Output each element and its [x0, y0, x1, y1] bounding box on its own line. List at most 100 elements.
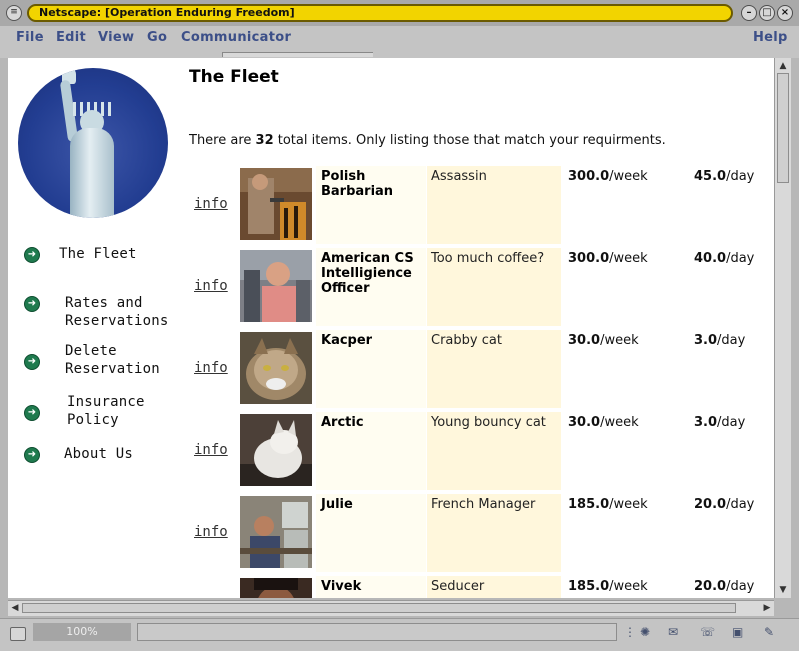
- menu-bar: File Edit View Go Communicator Help: [0, 26, 799, 51]
- daily-rate-unit: /day: [717, 415, 746, 430]
- item-description: Seducer: [431, 579, 485, 594]
- desc-cell: Too much coffee?: [427, 248, 561, 326]
- weekly-rate: 30.0/week: [568, 415, 639, 430]
- info-link[interactable]: info: [194, 360, 228, 376]
- mail-icon[interactable]: ✉: [668, 625, 678, 639]
- arrow-right-icon: ➜: [24, 354, 40, 370]
- man-photo[interactable]: [240, 250, 312, 322]
- composer-icon[interactable]: ▣: [732, 625, 743, 639]
- vertical-scroll-thumb[interactable]: [777, 73, 789, 183]
- weekly-rate-value: 30.0: [568, 415, 601, 430]
- menu-communicator[interactable]: Communicator: [181, 30, 291, 45]
- desc-cell: Assassin: [427, 166, 561, 244]
- daily-rate: 40.0/day: [694, 251, 754, 266]
- sidebar-item-label: Rates and: [65, 295, 143, 311]
- daily-rate: 20.0/day: [694, 497, 754, 512]
- arrow-right-icon: ➜: [24, 296, 40, 312]
- daily-rate-unit: /day: [717, 333, 746, 348]
- name-cell: Polish Barbarian: [316, 166, 426, 244]
- menu-go[interactable]: Go: [147, 30, 167, 45]
- body-shape: [70, 128, 114, 218]
- daily-rate: 45.0/day: [694, 169, 754, 184]
- menu-help[interactable]: Help: [753, 30, 788, 45]
- drag-handle-icon[interactable]: ⋮: [624, 625, 636, 639]
- sidebar-item-label: Reservation: [65, 361, 160, 377]
- weekly-rate-unit: /week: [600, 415, 639, 430]
- white-cat-photo[interactable]: [240, 414, 312, 486]
- face-photo[interactable]: [240, 578, 312, 598]
- item-name: Polish Barbarian: [321, 169, 394, 199]
- horizontal-scrollbar[interactable]: ◀ ▶: [8, 600, 774, 616]
- weekly-rate-unit: /week: [609, 579, 648, 594]
- horizontal-scroll-thumb[interactable]: [22, 603, 736, 613]
- tabby-cat-photo[interactable]: [240, 332, 312, 404]
- page-viewport: ➜ The Fleet ➜ Rates and Reservations ➜ D…: [8, 58, 774, 598]
- name-cell: Vivek: [316, 576, 426, 598]
- weekly-rate-value: 30.0: [568, 333, 601, 348]
- daily-rate-unit: /day: [726, 251, 755, 266]
- daily-rate-value: 3.0: [694, 415, 718, 430]
- arrow-right-icon: ➜: [24, 247, 40, 263]
- item-description: Assassin: [431, 169, 487, 184]
- results-summary: There are 32 total items. Only listing t…: [189, 133, 666, 148]
- info-link[interactable]: info: [194, 278, 228, 294]
- navigator-icon[interactable]: ✺: [640, 625, 650, 639]
- edit-pencil-icon[interactable]: ✎: [764, 625, 774, 639]
- item-description: Too much coffee?: [431, 251, 545, 266]
- daily-rate-value: 40.0: [694, 251, 727, 266]
- scroll-down-icon[interactable]: ▼: [777, 584, 789, 596]
- arrow-right-icon: ➜: [24, 447, 40, 463]
- name-cell: American CS Intelligience Officer: [316, 248, 426, 326]
- minimize-button[interactable]: –: [741, 5, 757, 21]
- info-link[interactable]: info: [194, 196, 228, 212]
- sidebar-item-label: The Fleet: [59, 246, 137, 262]
- status-message: [137, 623, 617, 641]
- menu-view[interactable]: View: [98, 30, 134, 45]
- sidebar-item-label: Insurance: [67, 394, 145, 410]
- sidebar-item-label: Policy: [67, 412, 119, 428]
- sidebar-item-label: Delete: [65, 343, 117, 359]
- maximize-button[interactable]: □: [759, 5, 775, 21]
- daily-rate-value: 20.0: [694, 579, 727, 594]
- weekly-rate: 300.0/week: [568, 169, 648, 184]
- page-title: The Fleet: [189, 67, 279, 87]
- desc-cell: Crabby cat: [427, 330, 561, 408]
- daily-rate-unit: /day: [726, 579, 755, 594]
- scroll-left-icon[interactable]: ◀: [9, 602, 21, 614]
- security-lock-icon[interactable]: [10, 627, 26, 641]
- item-description: Crabby cat: [431, 333, 502, 348]
- item-name: Kacper: [321, 333, 373, 348]
- weekly-rate-unit: /week: [609, 251, 648, 266]
- window-menu-icon[interactable]: ≡: [6, 5, 22, 21]
- name-cell: Julie: [316, 494, 426, 572]
- info-link[interactable]: info: [194, 524, 228, 540]
- info-link[interactable]: info: [194, 442, 228, 458]
- weekly-rate-unit: /week: [609, 497, 648, 512]
- scroll-right-icon[interactable]: ▶: [761, 602, 773, 614]
- daily-rate: 3.0/day: [694, 333, 745, 348]
- scroll-up-icon[interactable]: ▲: [777, 60, 789, 72]
- warrior-photo[interactable]: [240, 168, 312, 240]
- menu-file[interactable]: File: [16, 30, 44, 45]
- item-count: 32: [255, 133, 274, 148]
- daily-rate-value: 20.0: [694, 497, 727, 512]
- name-cell: Kacper: [316, 330, 426, 408]
- item-description: French Manager: [431, 497, 536, 512]
- weekly-rate-value: 185.0: [568, 579, 610, 594]
- daily-rate-value: 45.0: [694, 169, 727, 184]
- vertical-scrollbar[interactable]: ▲ ▼: [774, 58, 791, 598]
- menu-edit[interactable]: Edit: [56, 30, 86, 45]
- close-button[interactable]: ×: [777, 5, 793, 21]
- weekly-rate: 300.0/week: [568, 251, 648, 266]
- fleet-row: info Kacper Crabby cat 30.0/week 3.0/day: [188, 330, 774, 408]
- office-photo[interactable]: [240, 496, 312, 568]
- summary-prefix: There are: [189, 133, 256, 148]
- sidebar-item-label: About Us: [64, 446, 134, 462]
- desc-cell: Seducer: [427, 576, 561, 598]
- title-pill[interactable]: Netscape: [Operation Enduring Freedom]: [27, 4, 733, 22]
- weekly-rate: 30.0/week: [568, 333, 639, 348]
- discussion-icon[interactable]: ☏: [700, 625, 715, 639]
- daily-rate-unit: /day: [726, 497, 755, 512]
- arrow-right-icon: ➜: [24, 405, 40, 421]
- weekly-rate-value: 300.0: [568, 169, 610, 184]
